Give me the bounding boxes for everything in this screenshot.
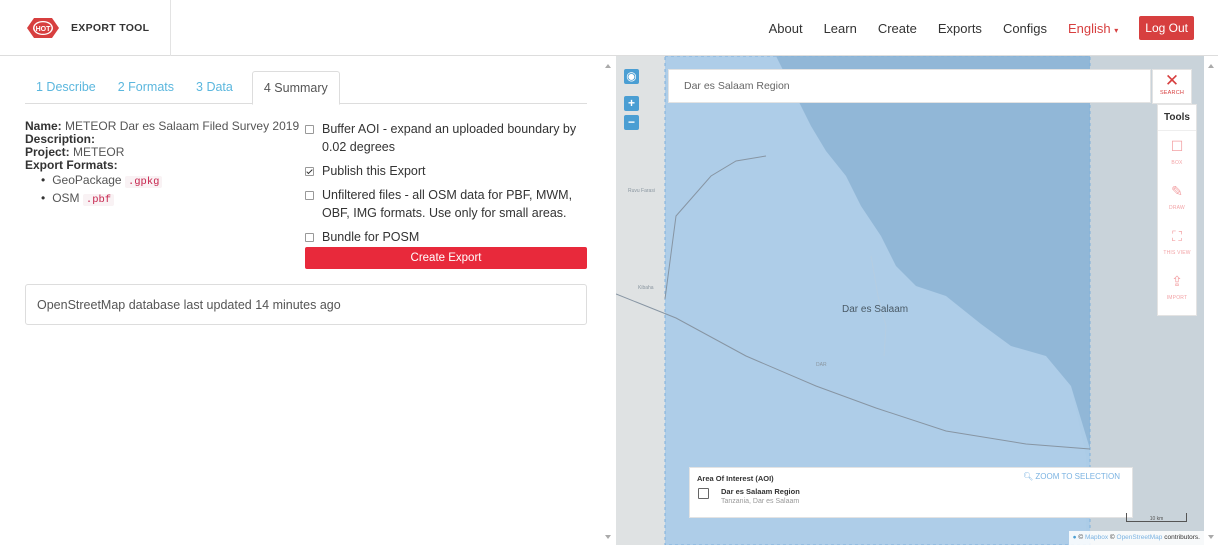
osm-link[interactable]: OpenStreetMap (1117, 534, 1163, 541)
nav-exports[interactable]: Exports (938, 21, 982, 36)
search-input[interactable] (669, 70, 1150, 102)
aoi-panel: Area Of Interest (AOI) 🔍︎ ZOOM TO SELECT… (689, 467, 1133, 518)
map-attribution: ● © Mapbox © OpenStreetMap contributors. (1068, 531, 1204, 545)
search-close-button[interactable]: ✕ SEARCH (1152, 69, 1192, 104)
name-value: METEOR Dar es Salaam Filed Survey 2019 (65, 119, 300, 133)
place-label-kibaha: Kibaha (638, 285, 654, 291)
tab-data[interactable]: 3 Data (185, 71, 244, 103)
nav-create[interactable]: Create (878, 21, 917, 36)
db-status-panel: OpenStreetMap database last updated 14 m… (25, 284, 587, 325)
tab-describe[interactable]: 1 Describe (25, 71, 107, 103)
globe-icon[interactable]: ◉ (624, 69, 639, 84)
place-label-dar: DAR (816, 362, 827, 368)
option-label: Unfiltered files - all OSM data for PBF,… (322, 188, 573, 220)
city-label: Dar es Salaam (842, 304, 909, 315)
hot-logo-icon: HOT (25, 15, 61, 41)
publish-checkbox[interactable] (305, 167, 314, 176)
option-label: Publish this Export (322, 164, 426, 178)
aoi-checkbox[interactable] (698, 488, 709, 499)
list-item: OSM .pbf (41, 192, 300, 207)
svg-text:HOT: HOT (36, 26, 52, 33)
tool-label: DRAW (1169, 205, 1185, 211)
formats-list: GeoPackage .gpkg OSM .pbf (41, 174, 300, 207)
scroll-down-icon[interactable] (605, 535, 611, 539)
map-view[interactable]: ◉ + − ✕ SEARCH Tools ☐ BOX ✎ DRAW ⛶ THIS… (616, 56, 1204, 545)
tool-label: IMPORT (1166, 295, 1188, 301)
upload-icon: ⇪ (1171, 273, 1183, 289)
tools-title: Tools (1158, 105, 1196, 131)
list-item: GeoPackage .gpkg (41, 174, 300, 189)
aoi-name: Dar es Salaam Region (721, 487, 800, 496)
zoom-to-selection-button[interactable]: 🔍︎ ZOOM TO SELECTION (1023, 472, 1120, 481)
name-label: Name: (25, 119, 62, 133)
tool-draw[interactable]: ✎ DRAW (1158, 176, 1196, 221)
language-label: English (1068, 20, 1111, 36)
tab-formats[interactable]: 2 Formats (107, 71, 185, 103)
tool-box[interactable]: ☐ BOX (1158, 131, 1196, 176)
description-label: Description: (25, 132, 96, 146)
square-icon: ☐ (1170, 138, 1184, 154)
project-label: Project: (25, 145, 70, 159)
option-label: Buffer AOI - expand an uploaded boundary… (322, 122, 577, 154)
posm-checkbox[interactable] (305, 233, 314, 242)
tools-panel: Tools ☐ BOX ✎ DRAW ⛶ THIS VIEW ⇪ IMPORT (1157, 104, 1197, 316)
scroll-down-icon[interactable] (1208, 535, 1214, 539)
project-value: METEOR (73, 145, 125, 159)
scroll-up-icon[interactable] (1208, 64, 1214, 68)
expand-icon: ⛶ (1172, 228, 1182, 244)
aoi-location: Tanzania, Dar es Salaam (721, 498, 800, 505)
export-options: Buffer AOI - expand an uploaded boundary… (305, 120, 590, 252)
logout-button[interactable]: Log Out (1139, 16, 1194, 40)
mapbox-link[interactable]: Mapbox (1085, 534, 1108, 541)
left-panel-scrollbar[interactable] (601, 56, 616, 545)
nav-links: About Learn Create Exports Configs Engli… (748, 0, 1194, 56)
language-dropdown[interactable]: English ▾ (1068, 21, 1118, 36)
place-label-ruvu: Ruvu Farasi (628, 188, 655, 194)
brand-title: EXPORT TOOL (71, 22, 150, 34)
page-scrollbar[interactable] (1204, 56, 1218, 545)
tool-import[interactable]: ⇪ IMPORT (1158, 266, 1196, 311)
zoom-label: ZOOM TO SELECTION (1035, 472, 1120, 481)
export-summary: Name: METEOR Dar es Salaam Filed Survey … (25, 120, 300, 210)
buffer-aoi-checkbox[interactable] (305, 125, 314, 134)
formats-label: Export Formats: (25, 158, 118, 172)
option-posm[interactable]: Bundle for POSM (305, 228, 590, 246)
wizard-tabs: 1 Describe 2 Formats 3 Data 4 Summary (25, 71, 587, 105)
aoi-title: Area Of Interest (AOI) (697, 474, 774, 483)
tool-this-view[interactable]: ⛶ THIS VIEW (1158, 221, 1196, 266)
summary-formats: Export Formats: (25, 159, 300, 172)
nav-about[interactable]: About (769, 21, 803, 36)
format-ext: .pbf (82, 194, 115, 206)
zoom-icon: 🔍︎ (1023, 472, 1034, 481)
close-icon: ✕ (1164, 71, 1180, 90)
tab-summary[interactable]: 4 Summary (251, 71, 340, 105)
mapbox-logo-icon: ● (1072, 534, 1077, 541)
option-publish[interactable]: Publish this Export (305, 162, 590, 180)
search-bar[interactable] (668, 69, 1151, 103)
option-buffer-aoi[interactable]: Buffer AOI - expand an uploaded boundary… (305, 120, 590, 156)
zoom-in-button[interactable]: + (624, 96, 639, 111)
pencil-icon: ✎ (1171, 183, 1183, 199)
navbar: HOT EXPORT TOOL About Learn Create Expor… (0, 0, 1218, 56)
search-label: SEARCH (1159, 90, 1185, 96)
nav-learn[interactable]: Learn (824, 21, 857, 36)
zoom-out-button[interactable]: − (624, 115, 639, 130)
brand[interactable]: HOT EXPORT TOOL (0, 0, 171, 56)
nav-configs[interactable]: Configs (1003, 21, 1047, 36)
tool-label: BOX (1171, 160, 1183, 166)
tool-label: THIS VIEW (1163, 250, 1191, 256)
option-label: Bundle for POSM (322, 230, 420, 244)
caret-down-icon: ▾ (1114, 25, 1119, 35)
unfiltered-checkbox[interactable] (305, 191, 314, 200)
attribution-suffix: contributors. (1164, 534, 1200, 541)
option-unfiltered[interactable]: Unfiltered files - all OSM data for PBF,… (305, 186, 590, 222)
scale-bar: 10 km (1126, 513, 1187, 522)
format-name: OSM (52, 191, 80, 205)
create-export-button[interactable]: Create Export (305, 247, 587, 269)
scroll-up-icon[interactable] (605, 64, 611, 68)
format-ext: .gpkg (124, 176, 163, 188)
format-name: GeoPackage (52, 173, 122, 187)
